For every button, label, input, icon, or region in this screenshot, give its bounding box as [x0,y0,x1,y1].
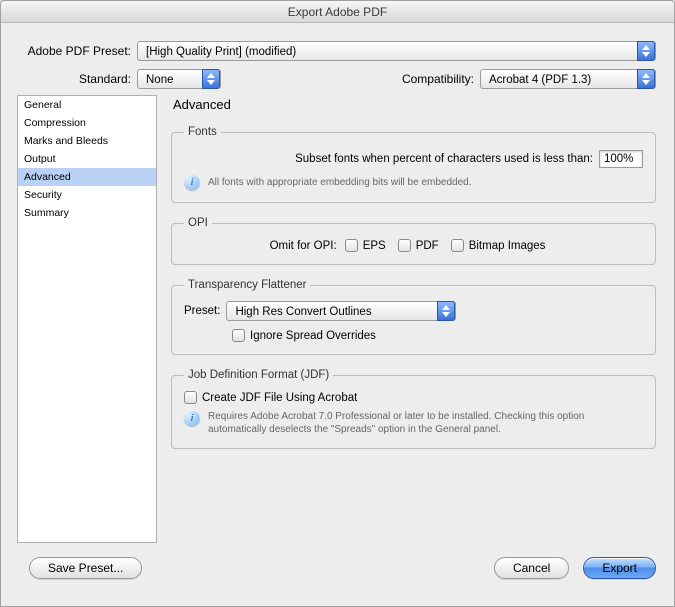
ignore-overrides-checkbox[interactable]: Ignore Spread Overrides [232,329,376,342]
fonts-legend: Fonts [184,126,221,138]
opi-group: OPI Omit for OPI: EPS PDF Bitmap Images [171,217,656,265]
create-jdf-checkbox[interactable]: Create JDF File Using Acrobat [184,391,357,404]
compatibility-select[interactable]: Acrobat 4 (PDF 1.3) [480,69,656,89]
checkbox-icon [184,391,197,404]
info-icon: i [184,410,200,426]
flattener-preset-select[interactable]: High Res Convert Outlines [226,301,456,321]
checkbox-icon [398,239,411,252]
preset-select[interactable]: [High Quality Print] (modified) [137,41,656,61]
omit-eps-label: EPS [363,240,386,252]
updown-arrows-icon [637,41,655,61]
compatibility-select-value: Acrobat 4 (PDF 1.3) [489,74,591,86]
cancel-button[interactable]: Cancel [494,557,569,579]
updown-arrows-icon [202,69,220,89]
omit-pdf-checkbox[interactable]: PDF [398,239,439,252]
sidebar-item-summary[interactable]: Summary [18,204,156,222]
info-icon: i [184,174,200,190]
opi-legend: OPI [184,217,212,229]
panel-title: Advanced [173,97,656,112]
omit-pdf-label: PDF [416,240,439,252]
advanced-panel: Advanced Fonts Subset fonts when percent… [157,95,662,547]
sidebar-item-output[interactable]: Output [18,150,156,168]
preset-select-value: [High Quality Print] (modified) [146,46,296,58]
sidebar: General Compression Marks and Bleeds Out… [17,95,157,543]
fonts-note: All fonts with appropriate embedding bit… [208,176,472,189]
omit-bitmap-label: Bitmap Images [469,240,546,252]
fonts-group: Fonts Subset fonts when percent of chara… [171,126,656,203]
standard-label: Standard: [19,72,137,86]
flattener-group: Transparency Flattener Preset: High Res … [171,279,656,355]
standard-compat-row: Standard: None Compatibility: Acrobat 4 … [1,69,674,95]
flattener-preset-value: High Res Convert Outlines [235,306,371,318]
jdf-note: Requires Adobe Acrobat 7.0 Professional … [208,410,643,436]
sidebar-item-general[interactable]: General [18,96,156,114]
sidebar-item-compression[interactable]: Compression [18,114,156,132]
flattener-preset-label: Preset: [184,305,220,317]
standard-select[interactable]: None [137,69,221,89]
subset-percent-input[interactable] [599,150,643,168]
checkbox-icon [232,329,245,342]
footer: Save Preset... Cancel Export [1,547,674,579]
omit-eps-checkbox[interactable]: EPS [345,239,386,252]
ignore-overrides-label: Ignore Spread Overrides [250,330,376,342]
standard-select-value: None [146,74,174,86]
sidebar-item-marks[interactable]: Marks and Bleeds [18,132,156,150]
checkbox-icon [451,239,464,252]
compatibility-label: Compatibility: [402,72,474,86]
export-button[interactable]: Export [583,557,656,579]
export-pdf-window: Export Adobe PDF Adobe PDF Preset: [High… [0,0,675,607]
jdf-group: Job Definition Format (JDF) Create JDF F… [171,369,656,449]
sidebar-item-advanced[interactable]: Advanced [18,168,156,186]
updown-arrows-icon [637,69,655,89]
omit-label: Omit for OPI: [270,240,337,252]
subset-label: Subset fonts when percent of characters … [295,153,593,165]
flattener-legend: Transparency Flattener [184,279,310,291]
preset-row: Adobe PDF Preset: [High Quality Print] (… [1,31,674,61]
checkbox-icon [345,239,358,252]
updown-arrows-icon [437,301,455,321]
save-preset-button[interactable]: Save Preset... [29,557,142,579]
omit-bitmap-checkbox[interactable]: Bitmap Images [451,239,546,252]
sidebar-item-security[interactable]: Security [18,186,156,204]
create-jdf-label: Create JDF File Using Acrobat [202,392,357,404]
jdf-legend: Job Definition Format (JDF) [184,369,333,381]
window-title: Export Adobe PDF [1,1,674,23]
content: General Compression Marks and Bleeds Out… [1,95,674,547]
preset-label: Adobe PDF Preset: [19,44,137,58]
